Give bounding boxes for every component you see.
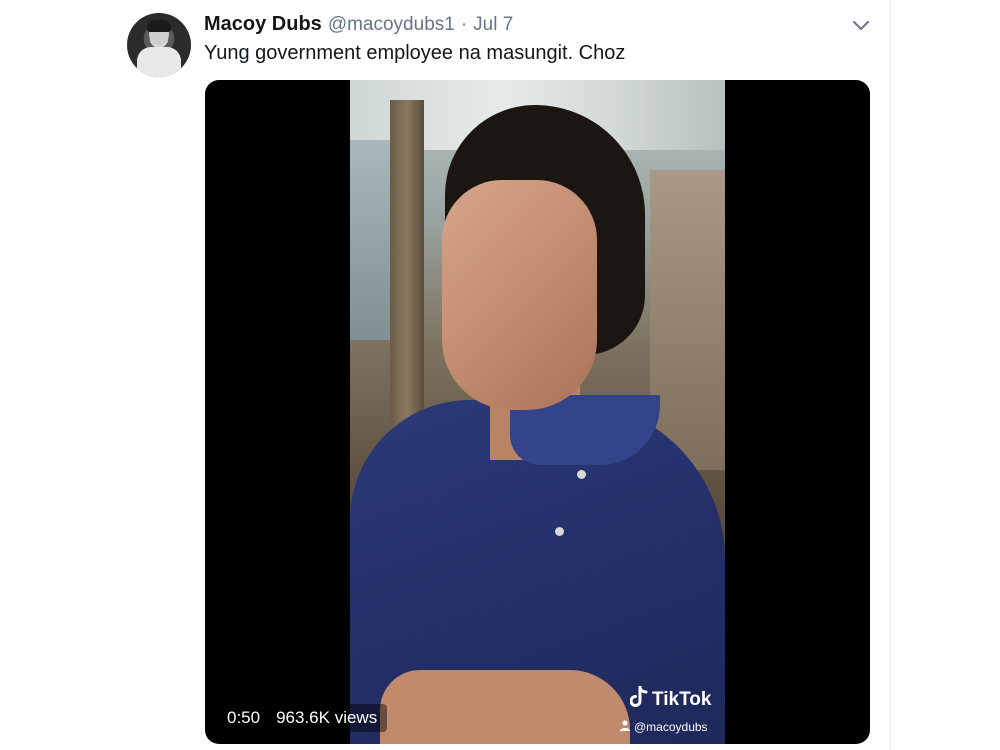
tiktok-handle: @macoydubs <box>620 720 708 734</box>
tiktok-watermark: TikTok <box>629 685 712 713</box>
video-player[interactable]: TikTok @macoydubs 0:50 963.6K views <box>205 80 870 744</box>
tweet-header: Macoy Dubs @macoydubs1 · Jul 7 <box>204 13 513 39</box>
shirt-button <box>555 527 564 536</box>
shirt-button <box>577 470 586 479</box>
tweet-text: Yung government employee na masungit. Ch… <box>204 42 626 64</box>
user-icon <box>620 720 630 734</box>
avatar[interactable] <box>127 13 191 77</box>
chevron-down-icon[interactable] <box>850 16 872 36</box>
column-divider <box>890 0 891 750</box>
video-person-face <box>442 180 597 410</box>
separator-dot: · <box>460 14 468 35</box>
avatar-hair <box>147 20 171 32</box>
video-frame: TikTok @macoydubs <box>350 80 725 744</box>
author-name[interactable]: Macoy Dubs <box>204 13 322 36</box>
tweet-date[interactable]: Jul 7 <box>473 14 513 36</box>
author-handle[interactable]: @macoydubs1 <box>328 14 455 36</box>
tiktok-logo-icon <box>629 685 648 713</box>
video-right-wall <box>650 170 725 470</box>
video-meta-badge: 0:50 963.6K views <box>217 704 388 732</box>
video-views: 963.6K views <box>276 708 378 727</box>
tiktok-brand-label: TikTok <box>652 688 712 710</box>
avatar-shirt <box>137 47 181 77</box>
tiktok-handle-label: @macoydubs <box>634 720 708 734</box>
video-duration: 0:50 <box>227 708 261 727</box>
video-person-hand <box>380 670 630 744</box>
